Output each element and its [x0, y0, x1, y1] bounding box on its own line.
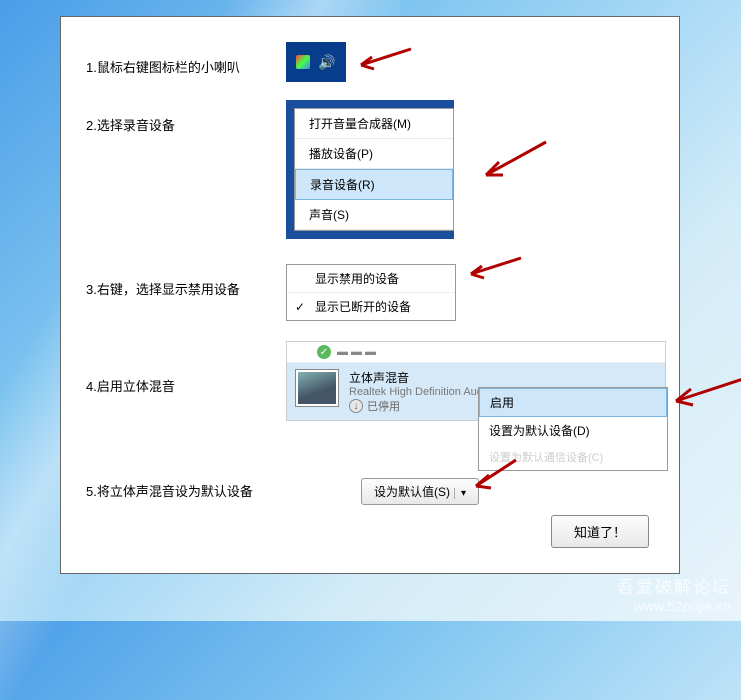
chevron-down-icon[interactable]: ▾: [454, 488, 466, 499]
menu-item-label: 显示已断开的设备: [315, 298, 411, 315]
tutorial-dialog: 1.鼠标右键图标栏的小喇叭 🔊 2.选择录音设备 打开音量合成器(M) 播放设备…: [60, 16, 680, 574]
checkmark-icon: ✓: [293, 300, 307, 314]
menu-item-sounds[interactable]: 声音(S): [295, 200, 453, 230]
step-1-label: 1.鼠标右键图标栏的小喇叭: [86, 42, 286, 76]
step-5-label: 5.将立体声混音设为默认设备: [86, 466, 316, 500]
arrow-icon: [481, 140, 551, 193]
device-thumbnail-icon: [295, 369, 339, 407]
step-4: 4.启用立体混音 ✓ ▬▬▬ 立体声混音 Realtek High Defini…: [86, 341, 659, 421]
windows-flag-icon: [296, 55, 310, 69]
step-5: 5.将立体声混音设为默认设备 设为默认值(S) ▾: [86, 466, 659, 505]
watermark: 吾爱破解论坛 www.52pojie.cn: [617, 578, 731, 615]
device-title: 立体声混音: [349, 369, 657, 386]
device-header: ✓ ▬▬▬: [287, 342, 665, 363]
menu-item-mixer[interactable]: 打开音量合成器(M): [295, 109, 453, 139]
step-3-label: 3.右键，选择显示禁用设备: [86, 264, 286, 298]
device-status-text: 已停用: [367, 398, 400, 414]
speaker-icon[interactable]: 🔊: [318, 54, 335, 71]
device-visibility-menu: 显示禁用的设备 ✓ 显示已断开的设备: [286, 264, 456, 321]
down-arrow-icon: ↓: [349, 399, 363, 413]
step-3: 3.右键，选择显示禁用设备 显示禁用的设备 ✓ 显示已断开的设备: [86, 264, 659, 321]
device-context-menu: 启用 设置为默认设备(D) 设置为默认通信设备(C): [478, 387, 668, 471]
menu-item-show-disconnected[interactable]: ✓ 显示已断开的设备: [287, 293, 455, 320]
menu-item-show-disabled[interactable]: 显示禁用的设备: [287, 265, 455, 293]
menu-item-recording[interactable]: 录音设备(R): [295, 169, 453, 200]
watermark-url: www.52pojie.cn: [617, 598, 731, 615]
step-2-label: 2.选择录音设备: [86, 100, 286, 134]
menu-item-enable[interactable]: 启用: [479, 388, 667, 417]
menu-item-playback[interactable]: 播放设备(P): [295, 139, 453, 169]
watermark-title: 吾爱破解论坛: [617, 578, 731, 598]
step-2: 2.选择录音设备 打开音量合成器(M) 播放设备(P) 录音设备(R) 声音(S…: [86, 100, 659, 239]
checkbox-icon: [293, 272, 307, 286]
speaker-context-menu: 打开音量合成器(M) 播放设备(P) 录音设备(R) 声音(S): [286, 100, 454, 239]
step-4-label: 4.启用立体混音: [86, 341, 286, 395]
arrow-icon: [356, 47, 416, 80]
set-default-button[interactable]: 设为默认值(S) ▾: [361, 478, 479, 505]
system-tray[interactable]: 🔊: [286, 42, 346, 82]
menu-item-set-default[interactable]: 设置为默认设备(D): [479, 417, 667, 444]
arrow-icon: [466, 256, 526, 289]
menu-item-label: 显示禁用的设备: [315, 270, 399, 287]
button-label: 设为默认值(S): [374, 485, 450, 499]
check-circle-icon: ✓: [317, 345, 331, 359]
arrow-icon: [671, 376, 741, 419]
confirm-button[interactable]: 知道了！: [551, 515, 649, 548]
step-1: 1.鼠标右键图标栏的小喇叭 🔊: [86, 42, 659, 82]
